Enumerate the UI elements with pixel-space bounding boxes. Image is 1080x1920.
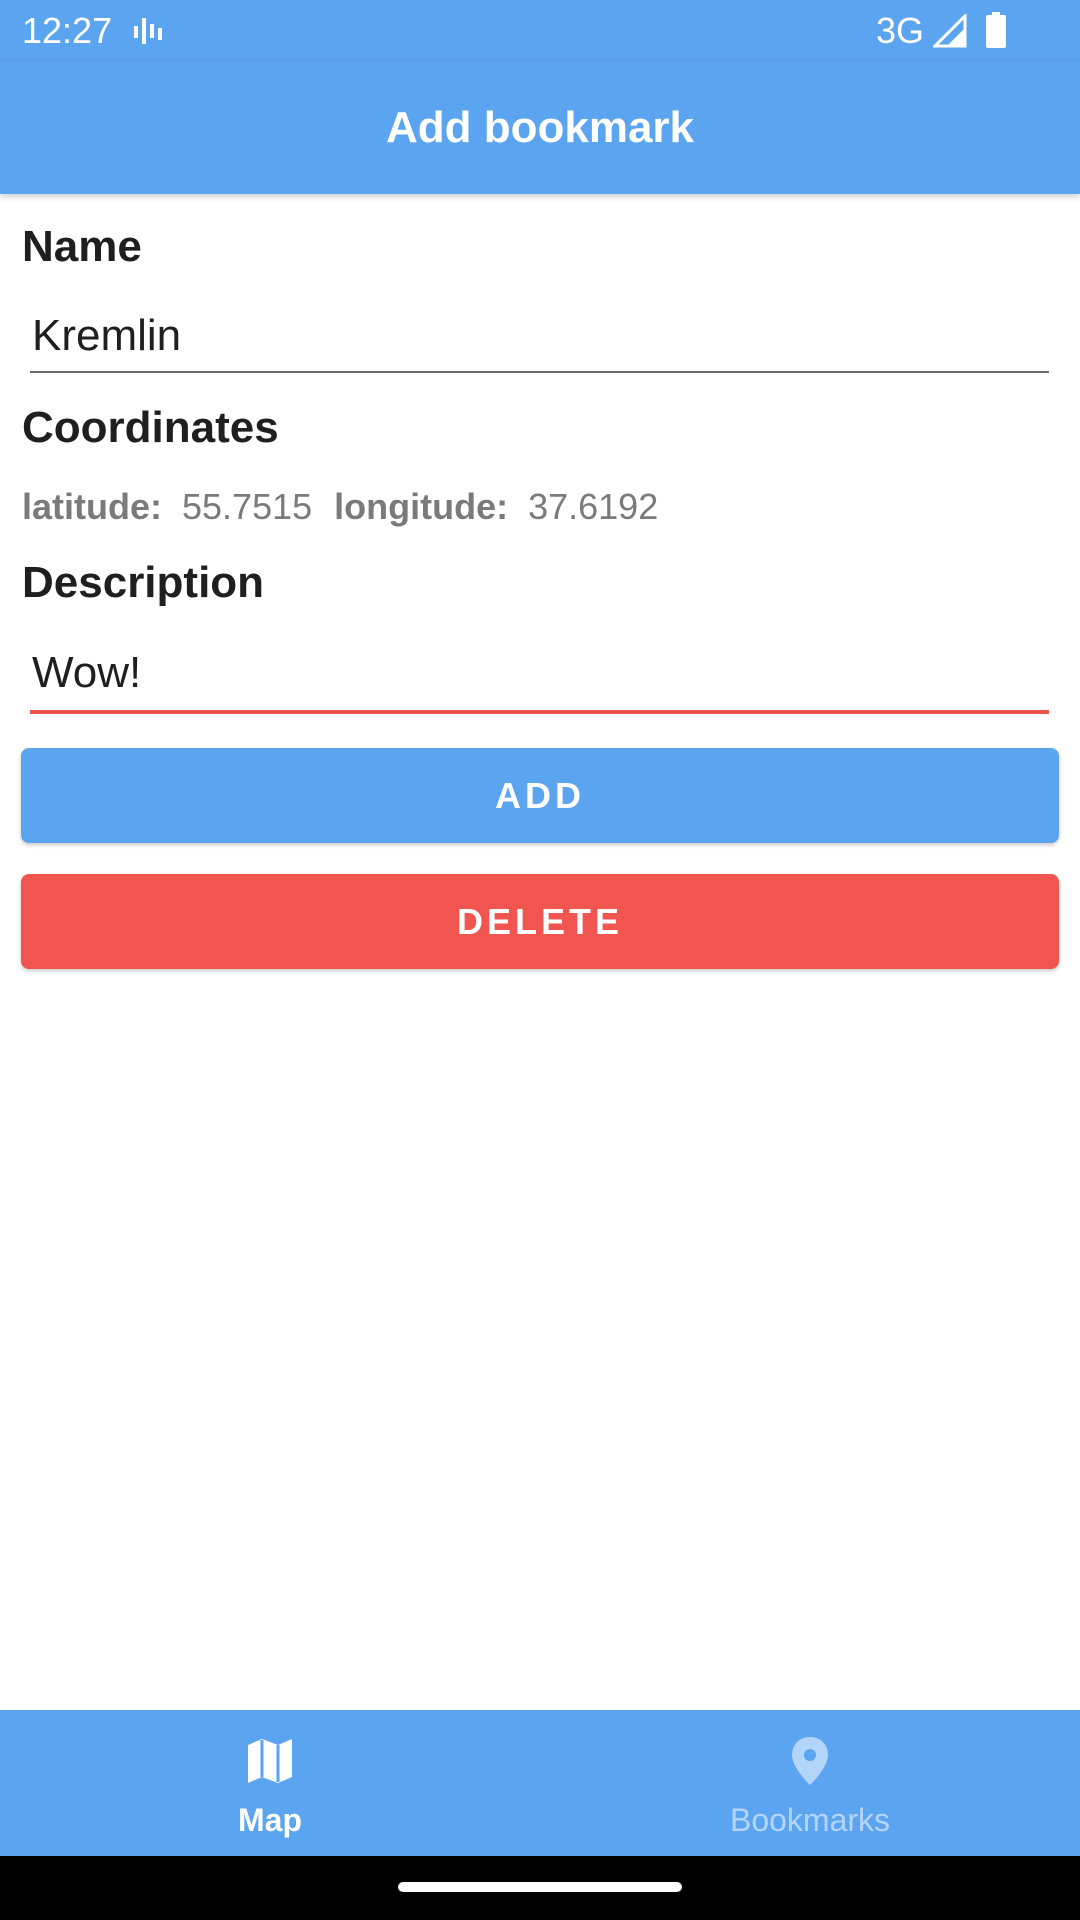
battery-icon: [986, 12, 1006, 48]
longitude-value: 37.6192: [528, 486, 659, 527]
longitude-label: longitude:: [334, 486, 509, 527]
name-field[interactable]: Kremlin: [30, 305, 1049, 373]
delete-button[interactable]: DELETE: [21, 874, 1059, 969]
map-icon: [248, 1739, 292, 1783]
name-field-value: Kremlin: [32, 311, 182, 360]
latitude-value: 55.7515: [182, 486, 313, 527]
system-navigation-bar: [0, 1856, 1080, 1920]
page-title: Add bookmark: [385, 103, 695, 152]
signal-icon: [933, 14, 967, 48]
description-field-value: Wow!: [32, 648, 142, 697]
latitude-label: latitude:: [22, 486, 162, 527]
activity-icon: [134, 18, 162, 44]
bottom-nav: Map Bookmarks: [0, 1710, 1080, 1856]
add-button[interactable]: ADD: [21, 748, 1059, 843]
nav-item-bookmarks[interactable]: Bookmarks: [540, 1710, 1080, 1856]
description-field[interactable]: Wow!: [30, 642, 1049, 714]
nav-item-map[interactable]: Map: [0, 1710, 540, 1856]
status-bar: 12:27 3G: [0, 0, 1080, 62]
coordinates-row: latitude: 55.7515 longitude: 37.6192: [22, 486, 680, 528]
app-bar: Add bookmark: [0, 62, 1080, 194]
description-label: Description: [22, 558, 265, 607]
location-pin-icon: [792, 1737, 828, 1785]
nav-label-map: Map: [238, 1802, 302, 1838]
name-label: Name: [22, 222, 142, 271]
coordinates-label: Coordinates: [22, 403, 279, 452]
status-time: 12:27: [22, 10, 113, 51]
network-type: 3G: [876, 10, 925, 51]
home-gesture-handle[interactable]: [398, 1882, 682, 1892]
nav-label-bookmarks: Bookmarks: [729, 1802, 891, 1838]
